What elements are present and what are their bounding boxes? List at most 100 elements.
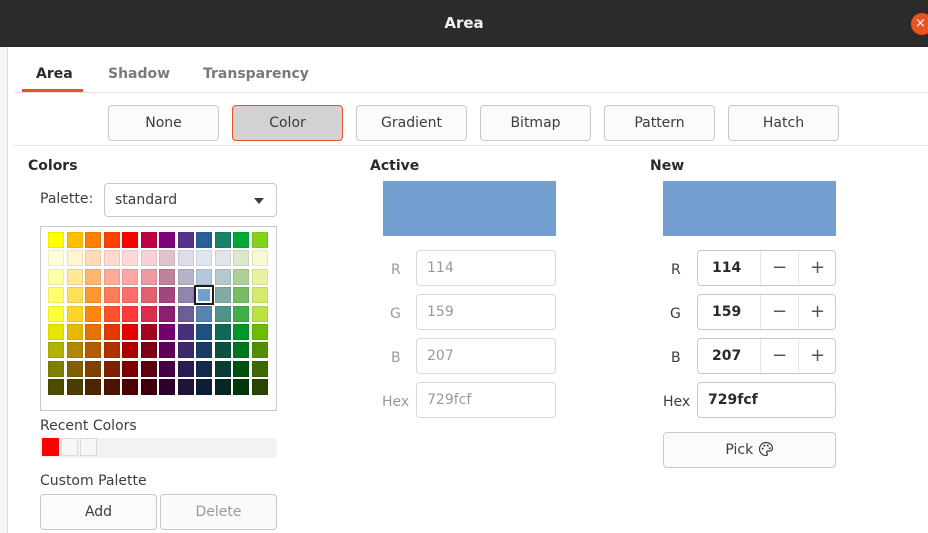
palette-swatch[interactable] — [103, 360, 120, 377]
palette-swatch[interactable] — [48, 268, 64, 285]
palette-swatch[interactable] — [214, 342, 231, 359]
new-g-spinner[interactable]: 159 − + — [697, 294, 836, 330]
palette-swatch[interactable] — [140, 324, 157, 340]
plus-icon[interactable]: + — [799, 339, 836, 373]
new-r-value[interactable]: 114 — [712, 251, 741, 285]
delete-button[interactable]: Delete — [160, 494, 277, 530]
palette-swatch[interactable] — [251, 305, 268, 322]
palette-swatch[interactable] — [122, 324, 138, 340]
palette-swatch[interactable] — [85, 379, 101, 396]
palette-swatch[interactable] — [251, 250, 268, 267]
none-button[interactable]: None — [108, 105, 219, 141]
tab-shadow[interactable]: Shadow — [108, 60, 170, 92]
palette-swatch[interactable] — [48, 360, 64, 377]
palette-swatch[interactable] — [214, 250, 231, 267]
new-b-value[interactable]: 207 — [712, 339, 741, 373]
palette-swatch[interactable] — [233, 268, 249, 285]
recent-colors-bar[interactable] — [40, 438, 277, 458]
recent-color-swatch[interactable] — [61, 438, 78, 456]
palette-swatch[interactable] — [48, 305, 64, 322]
palette-swatch[interactable] — [140, 287, 157, 304]
palette-swatch[interactable] — [233, 379, 249, 396]
palette-swatch[interactable] — [103, 342, 120, 359]
palette-swatch[interactable] — [48, 232, 64, 248]
palette-swatch[interactable] — [48, 250, 64, 267]
palette-dropdown[interactable]: standard — [104, 183, 277, 217]
palette-swatch[interactable] — [251, 324, 268, 340]
palette-swatch[interactable] — [103, 324, 120, 340]
palette-swatch[interactable] — [140, 360, 157, 377]
palette-swatch[interactable] — [85, 250, 101, 267]
palette-swatch[interactable] — [214, 268, 231, 285]
palette-swatch[interactable] — [159, 305, 175, 322]
palette-swatch[interactable] — [177, 360, 194, 377]
minus-icon[interactable]: − — [761, 295, 798, 329]
palette-swatch[interactable] — [66, 360, 83, 377]
recent-color-swatch[interactable] — [42, 438, 59, 456]
pick-button[interactable]: Pick — [663, 432, 836, 468]
add-button[interactable]: Add — [40, 494, 157, 530]
palette-swatch[interactable] — [251, 268, 268, 285]
palette-swatch[interactable] — [196, 342, 212, 359]
palette-swatch[interactable] — [251, 342, 268, 359]
palette-swatch[interactable] — [159, 342, 175, 359]
palette-swatch[interactable] — [177, 379, 194, 396]
palette-swatch[interactable] — [122, 360, 138, 377]
palette-swatch[interactable] — [233, 360, 249, 377]
palette-swatch[interactable] — [85, 360, 101, 377]
palette-swatch[interactable] — [159, 360, 175, 377]
palette-swatch[interactable] — [196, 305, 212, 322]
palette-swatch[interactable] — [122, 250, 138, 267]
palette-swatch[interactable] — [140, 379, 157, 396]
palette-swatch[interactable] — [214, 324, 231, 340]
new-hex-field[interactable]: 729fcf — [697, 382, 836, 418]
new-g-value[interactable]: 159 — [712, 295, 741, 329]
palette-swatch[interactable] — [233, 232, 249, 248]
palette-swatch[interactable] — [122, 342, 138, 359]
palette-swatch[interactable] — [196, 324, 212, 340]
palette-swatch[interactable] — [66, 379, 83, 396]
palette-swatch[interactable] — [196, 250, 212, 267]
palette-swatch[interactable] — [140, 342, 157, 359]
palette-swatch[interactable] — [214, 287, 231, 304]
palette-swatch[interactable] — [159, 250, 175, 267]
palette-swatch[interactable] — [251, 379, 268, 396]
palette-swatch[interactable] — [48, 379, 64, 396]
palette-swatch[interactable] — [233, 287, 249, 304]
palette-swatch[interactable] — [103, 379, 120, 396]
palette-swatch[interactable] — [177, 287, 194, 304]
palette-swatch[interactable] — [140, 250, 157, 267]
palette-swatch[interactable] — [233, 305, 249, 322]
palette-swatch[interactable] — [85, 268, 101, 285]
palette-swatch[interactable] — [103, 287, 120, 304]
color-button[interactable]: Color — [232, 105, 343, 141]
tab-area[interactable]: Area — [36, 60, 73, 92]
minus-icon[interactable]: − — [761, 251, 798, 285]
palette-swatch[interactable] — [177, 232, 194, 248]
palette-swatch[interactable] — [66, 287, 83, 304]
palette-swatch[interactable] — [66, 268, 83, 285]
palette-swatch[interactable] — [194, 285, 214, 306]
palette-swatch[interactable] — [233, 250, 249, 267]
palette-swatch[interactable] — [140, 268, 157, 285]
plus-icon[interactable]: + — [799, 295, 836, 329]
palette-swatch[interactable] — [103, 305, 120, 322]
palette-swatch[interactable] — [177, 268, 194, 285]
palette-swatch[interactable] — [251, 232, 268, 248]
palette-swatch[interactable] — [66, 305, 83, 322]
palette-swatch[interactable] — [48, 287, 64, 304]
new-b-spinner[interactable]: 207 − + — [697, 338, 836, 374]
palette-swatch[interactable] — [66, 232, 83, 248]
palette-swatch[interactable] — [103, 250, 120, 267]
palette-swatch[interactable] — [196, 379, 212, 396]
palette-swatch[interactable] — [122, 379, 138, 396]
palette-swatch[interactable] — [233, 324, 249, 340]
palette-swatch[interactable] — [196, 232, 212, 248]
palette-swatch[interactable] — [177, 324, 194, 340]
palette-swatch[interactable] — [159, 268, 175, 285]
palette-swatch[interactable] — [122, 305, 138, 322]
palette-swatch[interactable] — [233, 342, 249, 359]
palette-swatch[interactable] — [159, 232, 175, 248]
palette-swatch[interactable] — [214, 232, 231, 248]
palette-swatch[interactable] — [103, 268, 120, 285]
